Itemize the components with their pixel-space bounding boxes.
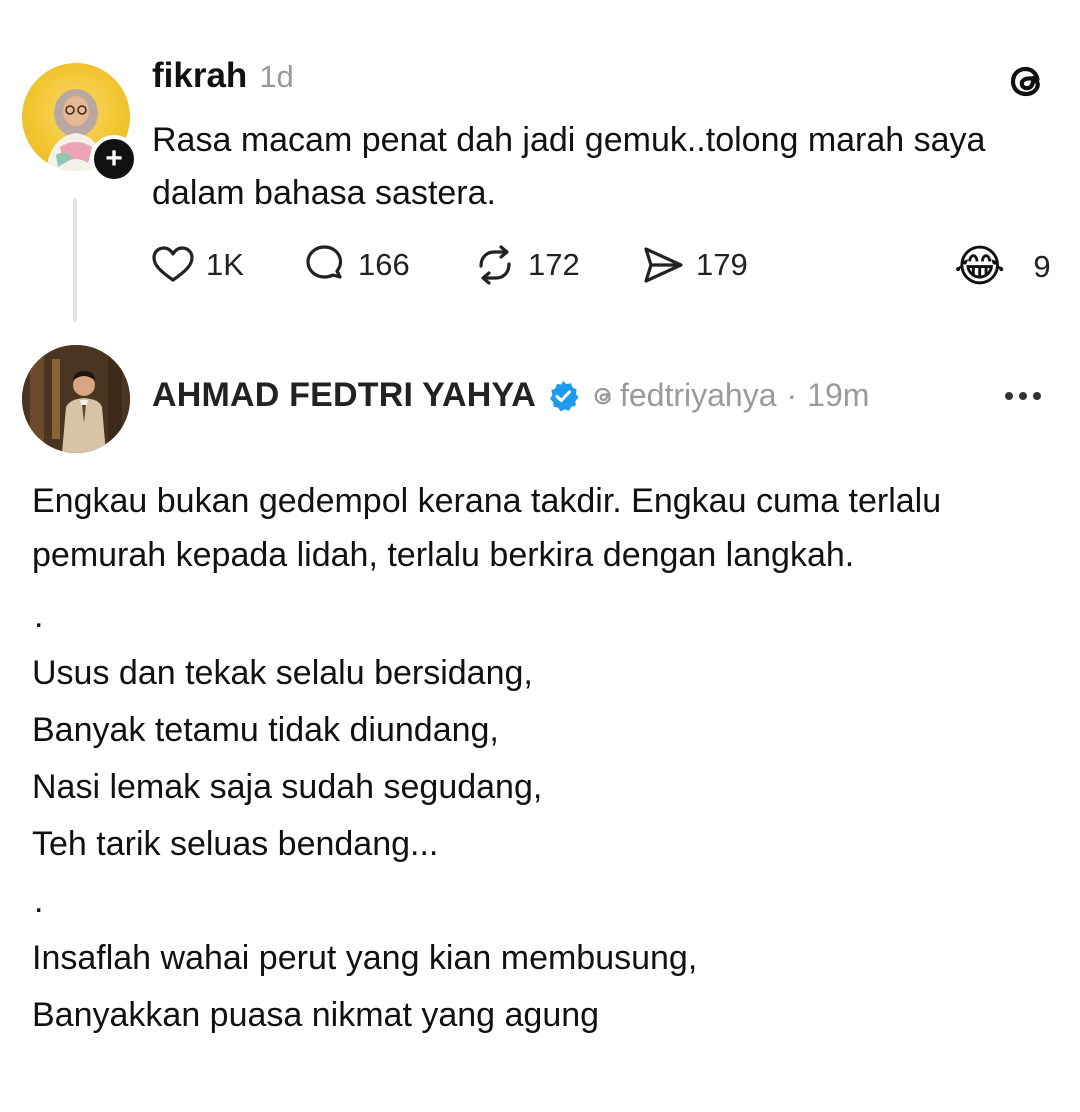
post-time: 19m	[807, 377, 870, 413]
stanza-separator: .	[34, 882, 44, 920]
heart-icon	[152, 246, 194, 282]
repost-button[interactable]: 172	[472, 242, 580, 288]
poem-line: Teh tarik seluas bendang...	[32, 825, 439, 863]
post-meta: fedtriyahya · 19m	[590, 377, 869, 414]
poem-line: Usus dan tekak selalu bersidang,	[32, 654, 533, 692]
more-dot	[1005, 392, 1013, 400]
username[interactable]: fikrah	[152, 56, 247, 96]
post-paragraph: Engkau bukan gedempol kerana takdir. Eng…	[32, 482, 942, 574]
more-dot	[1019, 392, 1027, 400]
share-count: 179	[696, 247, 748, 282]
meta-separator: ·	[786, 377, 798, 413]
verified-badge-icon	[549, 380, 579, 411]
repost-count: 172	[528, 247, 580, 282]
reply-count: 166	[358, 247, 410, 282]
poem-line: Insaflah wahai perut yang kian membusung…	[32, 939, 698, 977]
post-time: 1d	[259, 59, 294, 94]
thread-connector-line	[73, 198, 77, 322]
post-header: AHMAD FEDTRI YAHYA fedtriyahya · 19m	[152, 376, 869, 415]
comment-icon	[306, 245, 343, 279]
follow-plus-icon[interactable]: +	[90, 135, 138, 183]
threads-feed: + fikrah 1d Rasa macam penat dah jadi ge…	[0, 0, 1080, 1112]
share-button[interactable]: 179	[640, 242, 748, 288]
reply-button[interactable]: 166	[302, 242, 410, 288]
post-text: Rasa macam penat dah jadi gemuk..tolong …	[152, 121, 986, 212]
laughing-emoji-icon: 😂	[954, 241, 1006, 292]
reaction-summary[interactable]: 😂 9	[954, 242, 1051, 292]
post-actions: 1K 166 172 179 😂 9	[150, 242, 1051, 292]
repost-icon	[479, 245, 511, 285]
threads-logo-icon[interactable]	[1003, 58, 1049, 104]
handle[interactable]: fedtriyahya	[620, 377, 777, 414]
stanza-separator: .	[34, 597, 44, 635]
reaction-count: 9	[1033, 249, 1051, 284]
like-button[interactable]: 1K	[150, 242, 244, 288]
like-count: 1K	[206, 247, 244, 282]
threads-handle-icon	[594, 387, 611, 404]
poem-line: Banyakkan puasa nikmat yang agung	[32, 996, 600, 1034]
more-horizontal-icon[interactable]	[1005, 392, 1041, 400]
display-name[interactable]: AHMAD FEDTRI YAHYA	[152, 376, 536, 415]
more-dot	[1033, 392, 1041, 400]
post-body: Engkau bukan gedempol kerana takdir. Eng…	[32, 474, 1042, 1044]
send-icon	[644, 247, 683, 283]
avatar-fedtriyahya[interactable]	[22, 345, 130, 453]
poem-line: Nasi lemak saja sudah segudang,	[32, 768, 543, 806]
poem-line: Banyak tetamu tidak diundang,	[32, 711, 499, 749]
post-header: fikrah 1d	[152, 56, 294, 96]
